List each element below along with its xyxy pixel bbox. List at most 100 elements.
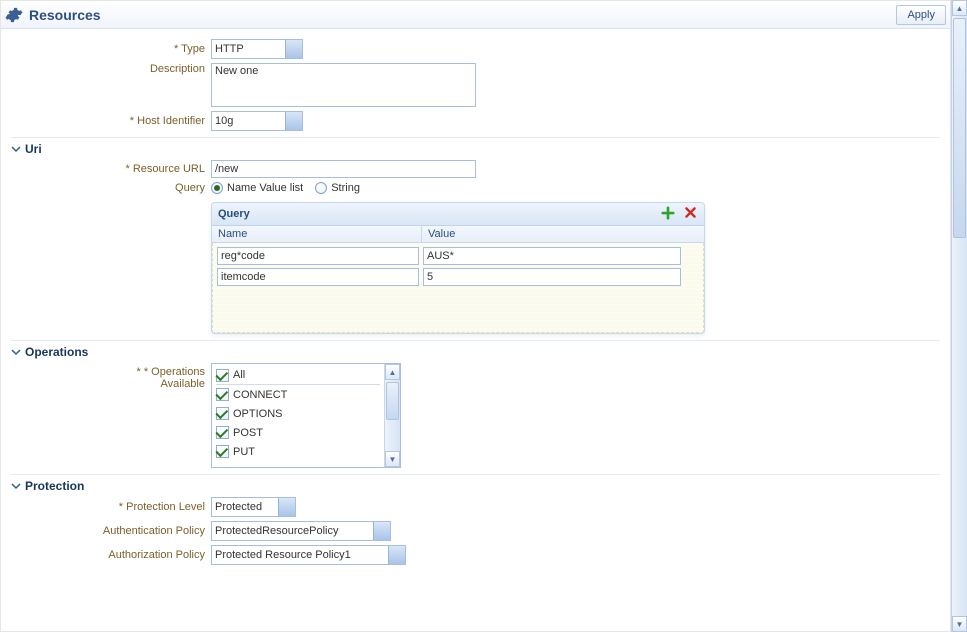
row-resource-url: Resource URL [11, 160, 940, 178]
authz-policy-select[interactable]: Protected Resource Policy1 [211, 545, 406, 565]
row-host-identifier: Host Identifier 10g [11, 111, 940, 131]
scroll-up-button[interactable]: ▲ [952, 0, 967, 16]
authz-policy-select-wrap: Protected Resource Policy1 [211, 545, 406, 565]
query-name-input[interactable] [217, 247, 419, 265]
label-authz-policy: Authorization Policy [11, 549, 211, 561]
disclose-icon [11, 347, 21, 357]
scroll-thumb[interactable] [386, 382, 399, 420]
radio-name-value-list[interactable]: Name Value list [211, 182, 303, 194]
operations-item-label: PUT [233, 446, 255, 458]
query-panel-header: Query [212, 203, 704, 226]
operations-item-all[interactable]: All [216, 366, 380, 385]
section-operations-title: Operations [25, 345, 88, 359]
table-row [217, 247, 699, 265]
authn-policy-select-wrap: ProtectedResourcePolicy [211, 521, 391, 541]
row-authz-policy: Authorization Policy Protected Resource … [11, 545, 940, 565]
section-operations: Operations * Operations Available All [11, 340, 940, 468]
host-identifier-select-wrap: 10g [211, 111, 303, 131]
section-operations-header[interactable]: Operations [11, 345, 940, 359]
radio-label: Name Value list [227, 182, 303, 194]
row-protection-level: Protection Level Protected [11, 497, 940, 517]
row-description: Description New one [11, 63, 940, 107]
type-select-wrap: HTTP [211, 39, 303, 59]
section-protection-title: Protection [25, 479, 84, 493]
scroll-down-button[interactable]: ▼ [952, 616, 967, 632]
operations-list: All CONNECT OPTIONS POST [212, 364, 384, 467]
row-authn-policy: Authentication Policy ProtectedResourceP… [11, 521, 940, 541]
row-query-mode: Query Name Value list String [11, 182, 940, 194]
add-row-button[interactable] [660, 206, 676, 222]
label-protection-level: Protection Level [11, 501, 211, 513]
label-operations-available-line1: * Operations [144, 366, 205, 378]
type-select[interactable]: HTTP [211, 39, 303, 59]
checkbox-icon [216, 388, 229, 401]
host-identifier-select[interactable]: 10g [211, 111, 303, 131]
operations-item-label: OPTIONS [233, 408, 283, 420]
table-row [217, 268, 699, 286]
operations-item-label: POST [233, 427, 263, 439]
label-description: Description [11, 63, 211, 75]
query-columns: Name Value [212, 226, 704, 243]
plus-icon [661, 206, 675, 223]
label-host-identifier: Host Identifier [11, 115, 211, 127]
label-authn-policy: Authentication Policy [11, 525, 211, 537]
checkbox-icon [216, 426, 229, 439]
main-panel: Resources Apply Type HTTP Description Ne… [0, 0, 951, 632]
apply-button[interactable]: Apply [896, 5, 946, 25]
radio-icon [315, 182, 327, 194]
page-title: Resources [29, 7, 101, 23]
section-uri-title: Uri [25, 142, 42, 156]
gear-icon [5, 6, 23, 24]
header-left: Resources [5, 6, 101, 24]
query-value-input[interactable] [423, 247, 681, 265]
scroll-down-button[interactable]: ▼ [385, 451, 400, 467]
operations-scrollbar[interactable]: ▲ ▼ [384, 364, 400, 467]
operations-item-label: All [233, 369, 245, 381]
label-type: Type [11, 43, 211, 55]
row-operations-available: * Operations Available All CONNECT [11, 363, 940, 468]
query-col-name: Name [212, 226, 422, 242]
close-icon [684, 206, 697, 222]
description-textarea[interactable]: New one [211, 63, 476, 107]
section-protection: Protection Protection Level Protected Au… [11, 474, 940, 565]
disclose-icon [11, 144, 21, 154]
list-item[interactable]: POST [216, 423, 380, 442]
disclose-icon [11, 481, 21, 491]
scroll-thumb[interactable] [953, 18, 966, 238]
list-item[interactable]: CONNECT [216, 385, 380, 404]
checkbox-icon [216, 407, 229, 420]
radio-icon [211, 182, 223, 194]
protection-level-select[interactable]: Protected [211, 497, 296, 517]
query-body [212, 243, 704, 333]
query-panel-actions [660, 206, 698, 222]
section-uri-header[interactable]: Uri [11, 142, 940, 156]
list-item[interactable]: PUT [216, 442, 380, 461]
list-item[interactable]: OPTIONS [216, 404, 380, 423]
query-col-value: Value [422, 226, 704, 242]
content-area: Type HTTP Description New one Host Ident… [1, 29, 950, 581]
authn-policy-select[interactable]: ProtectedResourcePolicy [211, 521, 391, 541]
scroll-up-button[interactable]: ▲ [385, 364, 400, 380]
query-panel-title: Query [218, 208, 250, 220]
label-resource-url: Resource URL [11, 163, 211, 175]
checkbox-icon [216, 445, 229, 458]
query-name-input[interactable] [217, 268, 419, 286]
radio-string[interactable]: String [315, 182, 360, 194]
delete-row-button[interactable] [682, 206, 698, 222]
label-operations-available-line2: Available [161, 378, 205, 390]
section-uri: Uri Resource URL Query Name Value list S… [11, 137, 940, 334]
section-protection-header[interactable]: Protection [11, 479, 940, 493]
operations-item-label: CONNECT [233, 389, 287, 401]
row-type: Type HTTP [11, 39, 940, 59]
query-value-input[interactable] [423, 268, 681, 286]
page-header: Resources Apply [1, 1, 950, 29]
apply-button-label: Apply [907, 9, 935, 21]
operations-listbox: All CONNECT OPTIONS POST [211, 363, 401, 468]
page-scrollbar[interactable]: ▲ ▼ [951, 0, 967, 632]
resource-url-input[interactable] [211, 160, 476, 178]
query-panel: Query [211, 202, 705, 334]
label-query: Query [11, 182, 211, 194]
radio-label: String [331, 182, 360, 194]
checkbox-icon [216, 369, 229, 382]
protection-level-select-wrap: Protected [211, 497, 296, 517]
